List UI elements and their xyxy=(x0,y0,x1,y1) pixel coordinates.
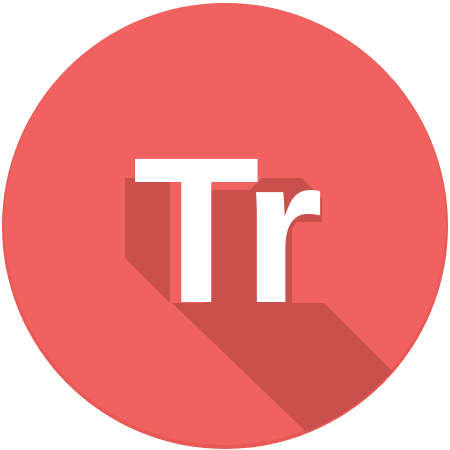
app-icon-svg: Tr xyxy=(2,3,448,449)
monogram-text: Tr xyxy=(133,115,321,347)
app-icon: Tr xyxy=(0,0,450,450)
